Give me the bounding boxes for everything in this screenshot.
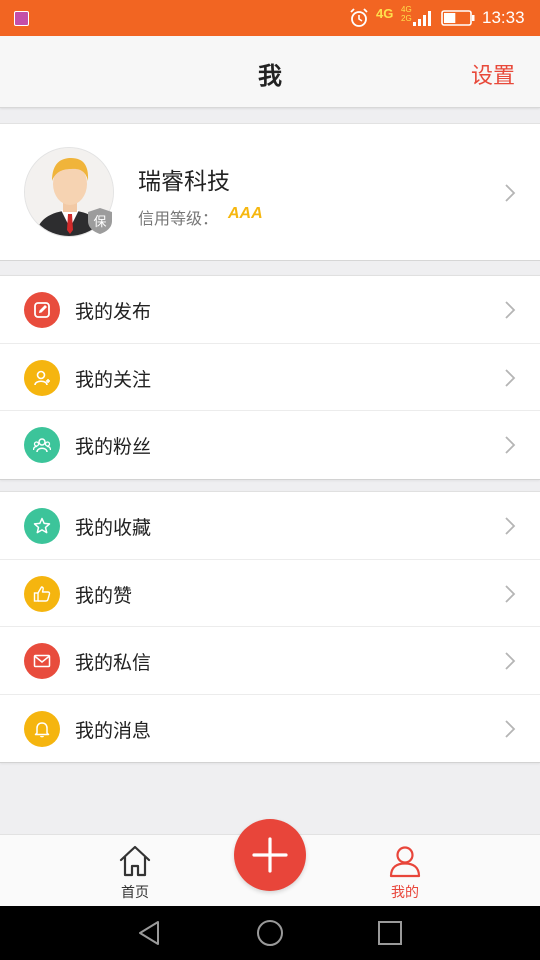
back-icon[interactable]	[136, 919, 164, 947]
menu-item-my-following[interactable]: 我的关注	[0, 344, 540, 411]
menu-item-label: 我的赞	[75, 584, 133, 607]
menu-item-my-fans[interactable]: 我的粉丝	[0, 411, 540, 479]
page-title: 我	[258, 62, 282, 90]
verified-badge-icon: 保	[88, 208, 112, 234]
mail-icon	[24, 643, 60, 679]
menu-item-my-messages-private[interactable]: 我的私信	[0, 627, 540, 695]
menu-item-label: 我的关注	[75, 368, 152, 391]
top-app-bar: 我 设置	[0, 36, 540, 108]
chevron-right-icon	[505, 436, 516, 454]
network-secondary-bottom: 2G	[401, 14, 412, 23]
chevron-right-icon	[505, 652, 516, 670]
alarm-icon	[350, 8, 368, 27]
edit-icon	[24, 292, 60, 328]
clock: 13:33	[482, 8, 525, 27]
credit-label: 信用等级：	[138, 209, 219, 228]
menu-item-my-likes[interactable]: 我的赞	[0, 560, 540, 627]
menu-item-my-favorites[interactable]: 我的收藏	[0, 492, 540, 560]
home-icon	[119, 845, 151, 877]
chevron-right-icon	[505, 719, 516, 738]
menu-item-label: 我的收藏	[75, 517, 152, 539]
credit-value: AAA	[228, 205, 263, 222]
system-nav-bar	[0, 906, 540, 960]
chevron-right-icon	[505, 184, 516, 202]
menu-item-my-notifications[interactable]: 我的消息	[0, 695, 540, 763]
bell-icon	[24, 710, 60, 747]
user-icon	[389, 846, 421, 878]
menu-group-social: 我的发布 我的关注 我的粉丝	[0, 275, 540, 480]
tab-home[interactable]: 首页	[95, 835, 175, 907]
chevron-right-icon	[505, 584, 516, 603]
network-type: 4G	[376, 6, 394, 21]
network-secondary: 4G 2G	[401, 5, 412, 23]
star-icon	[24, 508, 60, 544]
menu-item-label: 我的粉丝	[75, 436, 152, 458]
svg-text:保: 保	[93, 215, 106, 230]
thumbs-up-icon	[24, 575, 60, 612]
group-icon	[24, 427, 60, 463]
add-post-button[interactable]	[234, 819, 306, 891]
tab-home-label: 首页	[121, 885, 149, 901]
profile-card[interactable]: 保 瑞睿科技 信用等级： AAA	[0, 123, 540, 261]
status-bar: 4G 4G 2G 13:33	[0, 0, 540, 36]
home-nav-icon[interactable]	[256, 919, 284, 947]
plus-icon	[252, 837, 288, 873]
menu-item-label: 我的发布	[75, 301, 152, 323]
chevron-right-icon	[505, 368, 516, 387]
signal-icon	[413, 11, 431, 26]
tab-mine[interactable]: 我的	[365, 835, 445, 907]
profile-name: 瑞睿科技	[138, 169, 230, 195]
menu-item-my-posts[interactable]: 我的发布	[0, 276, 540, 344]
menu-group-personal: 我的收藏 我的赞 我的私信 我的消息	[0, 491, 540, 763]
menu-item-label: 我的私信	[75, 652, 152, 674]
tab-mine-label: 我的	[391, 885, 419, 901]
chevron-right-icon	[505, 301, 516, 319]
battery-icon	[441, 10, 475, 26]
settings-button[interactable]: 设置	[471, 58, 515, 90]
menu-item-label: 我的消息	[75, 719, 152, 742]
app-notification-icon	[14, 11, 29, 26]
chevron-right-icon	[505, 517, 516, 535]
recents-icon[interactable]	[376, 919, 404, 947]
network-secondary-top: 4G	[401, 5, 412, 14]
add-user-icon	[24, 359, 60, 396]
